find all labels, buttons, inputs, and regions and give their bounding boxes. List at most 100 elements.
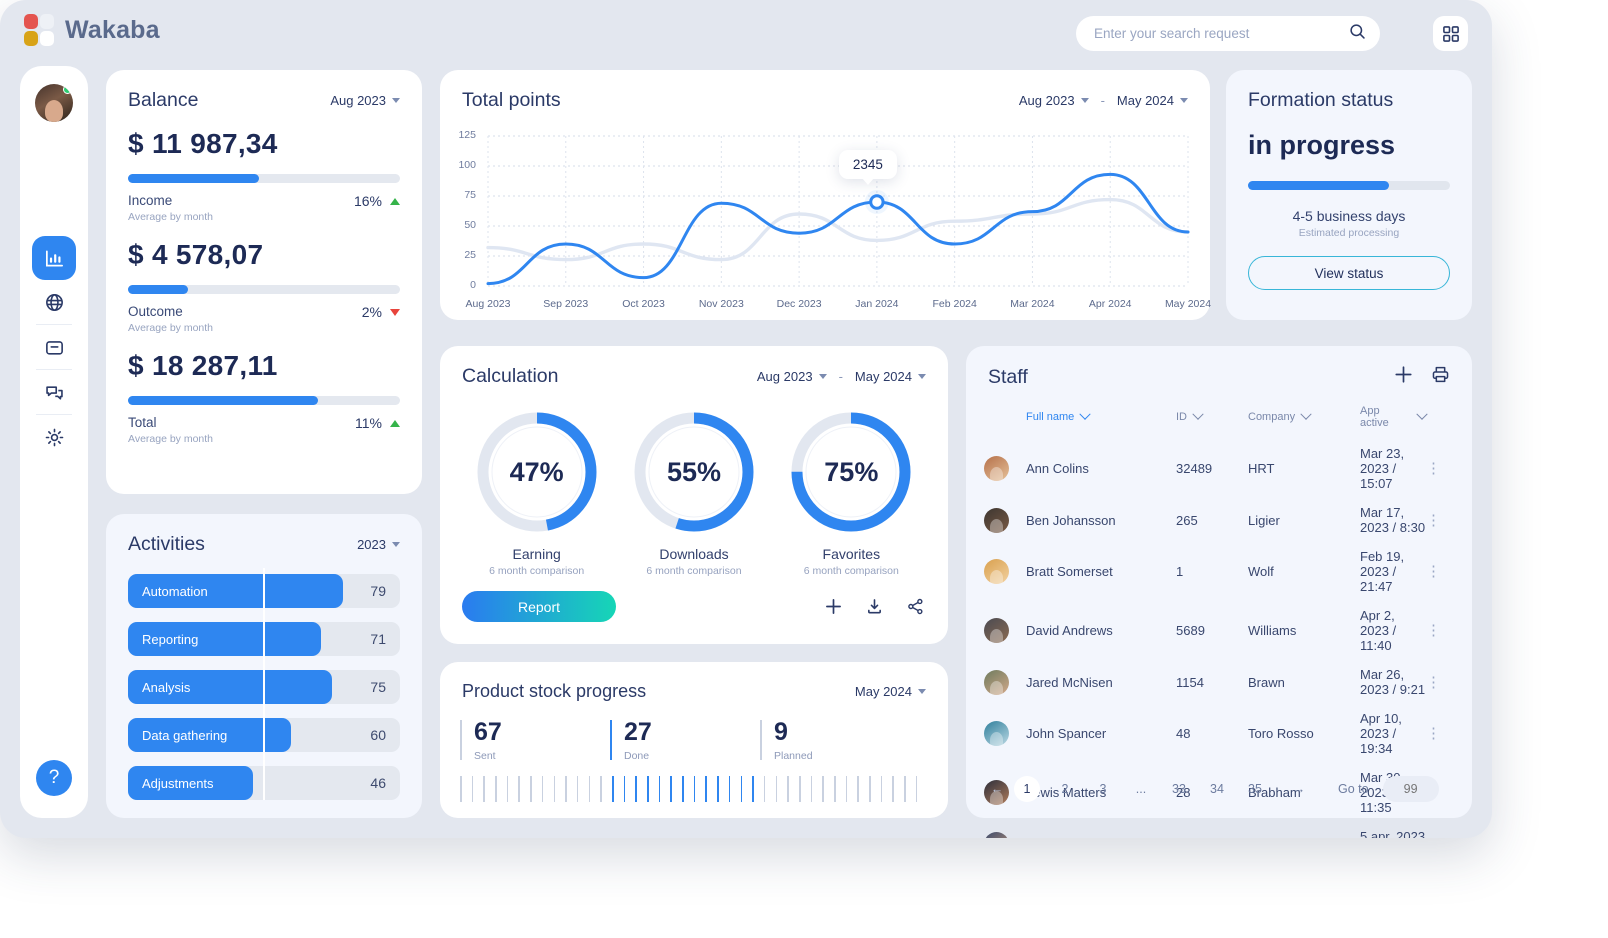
arrow-left-icon[interactable]: ← xyxy=(984,776,1010,802)
balance-progress-fill xyxy=(128,174,259,183)
search-input[interactable] xyxy=(1094,26,1349,41)
plus-icon[interactable] xyxy=(825,598,842,620)
calculation-actions xyxy=(825,598,924,620)
stock-tick xyxy=(518,776,521,802)
stock-tick xyxy=(869,776,871,802)
pagination-page[interactable]: 34 xyxy=(1204,776,1230,802)
staff-name: Bratt Somerset xyxy=(1026,564,1113,579)
trend-up-icon xyxy=(390,419,400,427)
product-stock-card: Product stock progress May 2024 67 Sent 27… xyxy=(440,662,948,818)
donut-value: 55% xyxy=(666,456,721,487)
sidebar-item-settings[interactable] xyxy=(32,415,76,459)
y-axis-tick: 0 xyxy=(470,279,476,291)
stock-period-dropdown[interactable]: May 2024 xyxy=(855,684,926,699)
table-row[interactable]: John Spancer 48 Toro Rosso Apr 10, 2023 / 1… xyxy=(984,704,1454,763)
pagination-page[interactable]: 1 xyxy=(1014,776,1040,802)
staff-app-active: Mar 23, 2023 / 15:07 xyxy=(1360,446,1405,491)
sidebar-item-messages[interactable] xyxy=(32,370,76,414)
avatar xyxy=(984,559,1009,584)
sidebar-item-analytics[interactable] xyxy=(32,236,76,280)
staff-name: John Spancer xyxy=(1026,726,1107,741)
balance-progress-track xyxy=(128,285,400,294)
balance-row-sub: Average by month xyxy=(128,322,214,334)
row-menu-icon[interactable]: ⋮ xyxy=(1426,836,1441,839)
search-bar[interactable] xyxy=(1076,16,1380,51)
table-row[interactable]: Ann Colins 32489 HRT Mar 23, 2023 / 15:07 ⋮ xyxy=(984,439,1454,498)
calc-period-to-dropdown[interactable]: May 2024 xyxy=(855,369,926,384)
chevron-down-icon xyxy=(1192,408,1204,420)
staff-name: David Andrews xyxy=(1026,623,1113,638)
chevron-down-icon xyxy=(918,374,926,379)
avatar xyxy=(984,669,1009,695)
table-row[interactable]: David Andrews 5689 Williams Apr 2, 2023 / 1… xyxy=(984,601,1454,660)
download-icon[interactable] xyxy=(866,598,883,620)
row-menu-icon[interactable]: ⋮ xyxy=(1426,460,1441,477)
staff-app-active: Feb 19, 2023 / 21:47 xyxy=(1360,549,1405,594)
arrow-right-icon[interactable]: → xyxy=(1286,776,1312,802)
balance-progress-track xyxy=(128,396,400,405)
printer-icon[interactable] xyxy=(1431,365,1450,389)
sidebar-item-global[interactable] xyxy=(32,280,76,324)
stock-tick xyxy=(845,776,848,802)
row-menu-icon[interactable]: ⋮ xyxy=(1426,674,1441,691)
wakaba-logo-icon xyxy=(24,14,54,46)
table-row[interactable]: Jared McNisen 1154 Brawn Mar 26, 2023 / 9:2… xyxy=(984,660,1454,704)
app-header: Wakaba xyxy=(0,0,1492,66)
left-sidebar: ? xyxy=(20,66,88,818)
activity-label: Automation xyxy=(142,583,208,599)
stock-tick xyxy=(915,776,918,802)
page-title: Balance xyxy=(128,89,199,111)
search-icon[interactable] xyxy=(1349,23,1366,45)
help-icon[interactable]: ? xyxy=(36,760,72,796)
staff-column-header[interactable]: Full name xyxy=(1026,397,1176,439)
activity-label: Data gathering xyxy=(142,727,228,743)
share-icon[interactable] xyxy=(907,598,924,620)
staff-column-header[interactable]: ID xyxy=(1176,397,1248,439)
x-axis-tick: Oct 2023 xyxy=(622,298,665,310)
balance-row-label: Outcome xyxy=(128,304,183,319)
pagination-page[interactable]: 33 xyxy=(1166,776,1192,802)
pagination-page[interactable]: 2 xyxy=(1052,776,1078,802)
pagination-page[interactable]: 3 xyxy=(1090,776,1116,802)
stock-column: 27 Done xyxy=(610,718,760,762)
goto-page-input[interactable] xyxy=(1382,776,1439,802)
staff-column-header[interactable]: Company xyxy=(1248,397,1360,439)
activities-period-dropdown[interactable]: 2023 xyxy=(357,537,400,552)
formation-progress-track xyxy=(1248,181,1450,190)
y-axis-tick: 100 xyxy=(458,159,476,171)
stock-tick xyxy=(600,776,602,802)
total-points-title: Total points xyxy=(462,89,561,111)
total-points-line-chart[interactable]: 125 100 75 50 25 0 Aug 2023 Sep 2023 Oct 2023 Nov… xyxy=(440,122,1211,322)
table-row[interactable]: Bratt Somerset 1 Wolf Feb 19, 2023 / 21:47 ⋮ xyxy=(984,542,1454,601)
stock-tick xyxy=(740,776,743,802)
row-menu-icon[interactable]: ⋮ xyxy=(1426,725,1441,742)
pagination-page[interactable]: 35 xyxy=(1242,776,1268,802)
points-period-to-dropdown[interactable]: May 2024 xyxy=(1117,93,1188,108)
balance-period-dropdown[interactable]: Aug 2023 xyxy=(330,93,400,108)
stock-header: Product stock progress May 2024 xyxy=(440,662,948,702)
x-axis-tick: Jan 2024 xyxy=(855,298,899,310)
stock-column: 67 Sent xyxy=(460,718,610,762)
points-period-from-dropdown[interactable]: Aug 2023 xyxy=(1019,93,1089,108)
staff-column-header[interactable]: App active xyxy=(1360,397,1428,439)
row-menu-icon[interactable]: ⋮ xyxy=(1426,512,1441,529)
avatar[interactable] xyxy=(35,84,73,122)
brand-logo[interactable]: Wakaba xyxy=(24,14,160,46)
donut-value: 75% xyxy=(824,456,879,487)
calc-period-from-dropdown[interactable]: Aug 2023 xyxy=(757,369,827,384)
staff-app-active: Apr 2, 2023 / 11:40 xyxy=(1360,608,1397,653)
stock-columns: 67 Sent 27 Done 9 Planned xyxy=(440,702,948,762)
sidebar-item-inbox[interactable] xyxy=(32,325,76,369)
plus-icon[interactable] xyxy=(1394,365,1413,389)
view-status-button[interactable]: View status xyxy=(1248,256,1450,290)
table-row[interactable]: Martin Brundle146Force India5 apr, 2023 … xyxy=(984,822,1454,838)
table-row[interactable]: Ben Johansson 265 Ligier Mar 17, 2023 / 8:3… xyxy=(984,498,1454,542)
row-menu-icon[interactable]: ⋮ xyxy=(1426,563,1441,580)
row-menu-icon[interactable]: ⋮ xyxy=(1426,622,1441,639)
balance-card: Balance Aug 2023 $ 11 987,34 Income Averag… xyxy=(106,70,422,494)
grid-apps-icon[interactable] xyxy=(1433,16,1468,51)
calculation-donut: 55% Downloads 6 month comparison xyxy=(619,410,769,577)
report-button[interactable]: Report xyxy=(462,591,616,622)
staff-company: HRT xyxy=(1248,461,1275,476)
stock-tick xyxy=(658,776,661,802)
